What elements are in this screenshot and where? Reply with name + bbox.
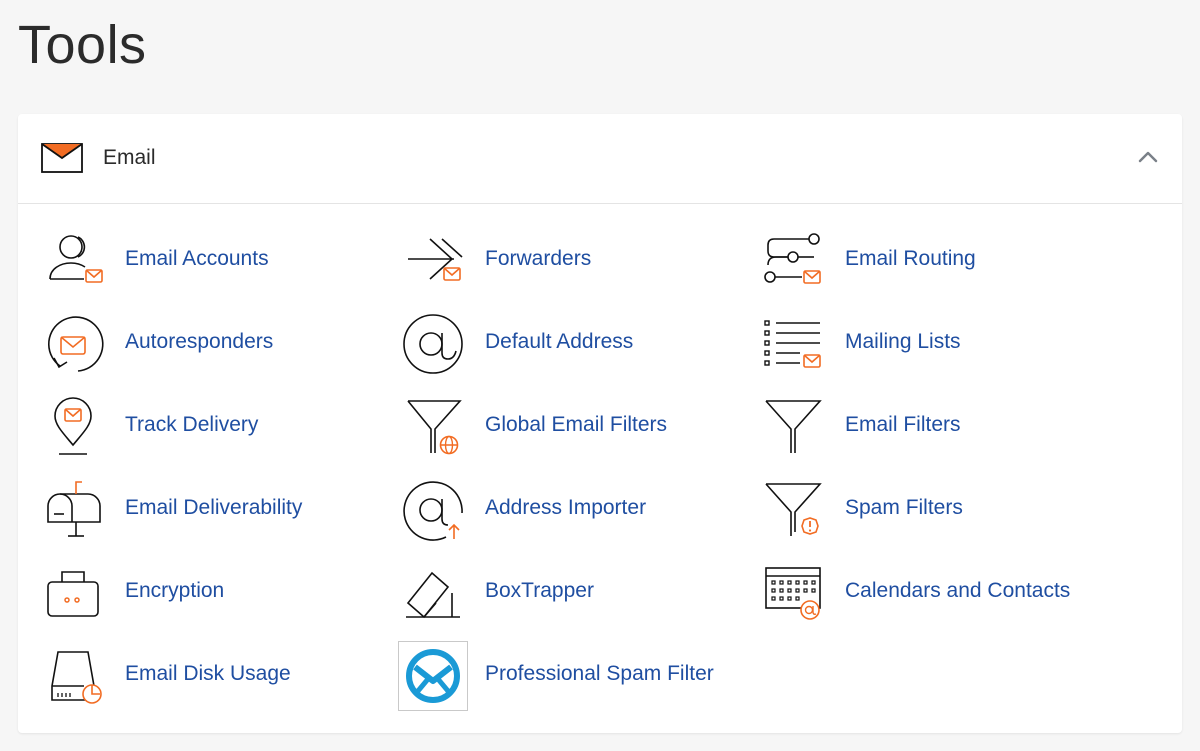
tool-label: Email Filters [845,413,961,436]
tool-label: Email Disk Usage [125,662,291,685]
tool-label: Email Accounts [125,247,269,270]
tool-professional-spam-filter[interactable]: Professional Spam Filter [398,641,738,711]
page-title: Tools [18,15,147,75]
tool-email-routing[interactable]: Email Routing [758,226,1098,296]
filter-globe-icon [398,392,468,462]
filter-icon [758,392,828,462]
tool-label: Calendars and Contacts [845,579,1071,602]
boxtrapper-icon [398,558,468,628]
tool-label: Autoresponders [125,330,274,353]
tool-label: Mailing Lists [845,330,961,353]
mailbox-icon [38,475,108,545]
tool-global-email-filters[interactable]: Global Email Filters [398,392,738,462]
tool-label: Address Importer [485,496,647,519]
tool-label: Forwarders [485,247,592,270]
tool-forwarders[interactable]: Forwarders [398,226,738,296]
forward-arrow-icon [398,226,468,296]
tool-label: Professional Spam Filter [485,662,714,685]
tool-default-address[interactable]: Default Address [398,309,738,379]
tool-label: Email Deliverability [125,496,303,519]
tool-address-importer[interactable]: Address Importer [398,475,738,545]
tool-email-deliverability[interactable]: Email Deliverability [38,475,378,545]
tool-boxtrapper[interactable]: BoxTrapper [398,558,738,628]
user-mail-icon [38,226,108,296]
lock-icon [38,558,108,628]
tool-track-delivery[interactable]: Track Delivery [38,392,378,462]
filter-warning-icon [758,475,828,545]
tool-email-accounts[interactable]: Email Accounts [38,226,378,296]
tool-spam-filters[interactable]: Spam Filters [758,475,1098,545]
section-title: Email [103,146,156,169]
tool-label: Track Delivery [125,413,259,436]
tool-email-disk-usage[interactable]: Email Disk Usage [38,641,378,711]
list-mail-icon [758,309,828,379]
tool-mailing-lists[interactable]: Mailing Lists [758,309,1098,379]
tool-email-filters[interactable]: Email Filters [758,392,1098,462]
autoresponder-icon [38,309,108,379]
chevron-up-icon[interactable] [1138,150,1158,168]
tool-label: Global Email Filters [485,413,668,436]
spam-experts-logo-icon [398,641,468,711]
tool-label: Encryption [125,579,225,602]
at-import-icon [398,475,468,545]
disk-usage-icon [38,641,108,711]
calendar-at-icon [758,558,828,628]
tool-calendars-contacts[interactable]: Calendars and Contacts [758,558,1098,628]
tool-label: BoxTrapper [485,579,594,602]
tool-label: Email Routing [845,247,976,270]
location-pin-icon [38,392,108,462]
routing-icon [758,226,828,296]
tool-label: Spam Filters [845,496,963,519]
tool-encryption[interactable]: Encryption [38,558,378,628]
tool-autoresponders[interactable]: Autoresponders [38,309,378,379]
email-section-panel: Email Email Accounts Forwarders Email Ro… [18,114,1182,733]
tool-label: Default Address [485,330,634,353]
email-section-header[interactable]: Email [18,114,1182,204]
at-sign-icon [398,309,468,379]
envelope-icon [41,143,83,178]
